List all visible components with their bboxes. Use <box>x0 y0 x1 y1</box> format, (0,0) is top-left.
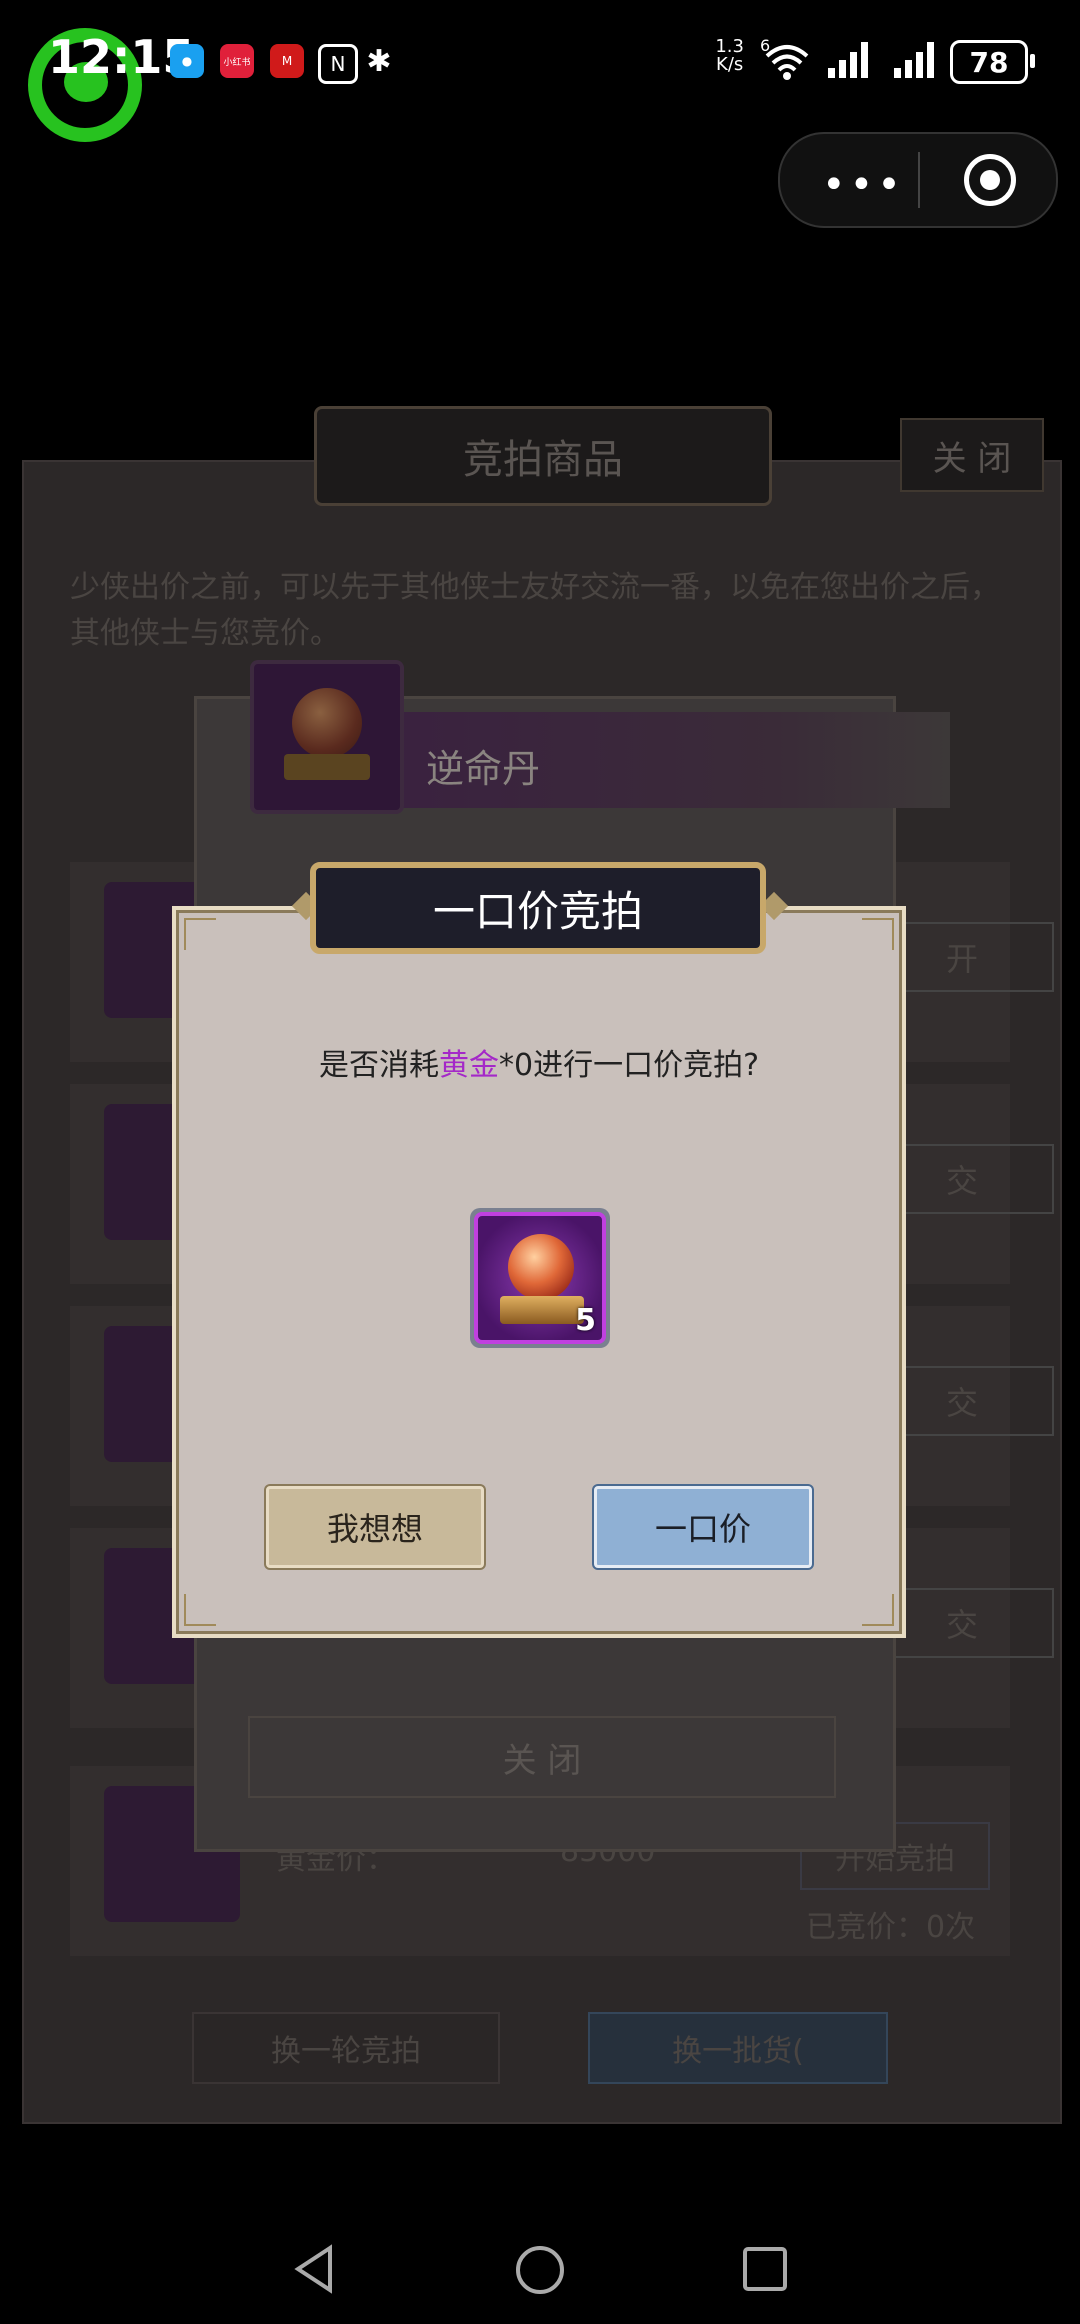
reward-item-frame: 5 <box>474 1212 606 1344</box>
pill-orb-icon <box>292 688 362 758</box>
corner-ornament <box>184 918 216 950</box>
more-menu-icon[interactable]: ••• <box>822 162 905 208</box>
status-bar: 12:15 ● 小红书 M N ✱ 1.3 K/s 6 78 <box>0 0 1080 142</box>
nfc-icon: N <box>318 44 358 84</box>
signal-icon-2 <box>894 42 934 78</box>
dialog-title: 一口价竞拍 <box>310 862 766 954</box>
bluetooth-icon: ✱ <box>366 43 392 79</box>
auction-notice: 少侠出价之前，可以先于其他侠士友好交流一番，以免在您出价之后，其他侠士与您竞价。 <box>70 570 1000 651</box>
product-name: 逆命丹 <box>426 747 541 791</box>
refresh-goods-button[interactable]: 换一批货( <box>588 2012 888 2084</box>
pill-base-icon <box>284 754 370 780</box>
xiaohongshu-icon: 小红书 <box>220 44 254 78</box>
network-speed: 1.3 K/s <box>715 36 744 75</box>
signal-icon-1 <box>828 42 868 78</box>
pill-base-icon <box>500 1296 584 1324</box>
recents-icon[interactable] <box>742 2246 788 2292</box>
question-prefix: 是否消耗 <box>318 1048 439 1083</box>
question-suffix: *0进行一口价竞拍? <box>498 1048 759 1083</box>
auction-panel-title: 竞拍商品 <box>314 406 772 506</box>
product-icon-slot <box>250 660 404 814</box>
buyout-button[interactable]: 一口价 <box>594 1486 812 1568</box>
bank-icon: M <box>270 44 304 78</box>
reward-item-slot[interactable]: 5 <box>470 1208 610 1348</box>
corner-ornament <box>862 918 894 950</box>
home-icon[interactable] <box>514 2244 566 2296</box>
back-icon[interactable] <box>292 2244 336 2294</box>
corner-ornament <box>862 1594 894 1626</box>
pill-orb-icon <box>508 1234 574 1300</box>
think-it-over-button[interactable]: 我想想 <box>266 1486 484 1568</box>
product-popup-close-button[interactable]: 关 闭 <box>248 1716 836 1798</box>
battery-indicator: 78 <box>950 40 1035 84</box>
capsule-divider <box>918 152 920 208</box>
miniprogram-capsule: ••• <box>778 132 1058 228</box>
bid-count: 已竞价：0次 <box>806 1910 976 1945</box>
wifi-icon <box>765 45 809 80</box>
change-round-button[interactable]: 换一轮竞拍 <box>192 2012 500 2084</box>
corner-ornament <box>184 1594 216 1626</box>
close-miniprogram-icon[interactable] <box>964 154 1016 206</box>
auction-panel-close-button[interactable]: 关 闭 <box>900 418 1044 492</box>
item-quantity: 5 <box>575 1303 596 1338</box>
messages-icon: ● <box>170 44 204 78</box>
dialog-question: 是否消耗黄金*0进行一口价竞拍? <box>172 1040 906 1084</box>
currency-name: 黄金 <box>438 1048 499 1083</box>
navigation-bar <box>0 2220 1080 2324</box>
